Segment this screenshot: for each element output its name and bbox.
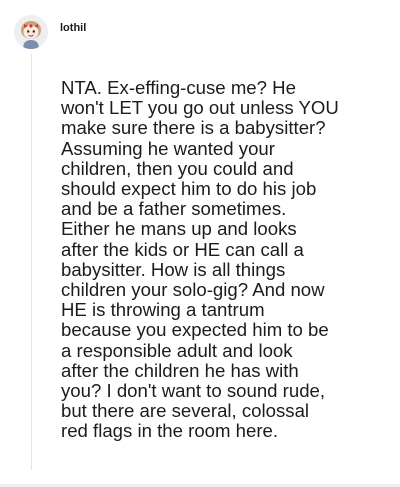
comment-card: lothil NTA. Ex-effing-cuse me? He won't … xyxy=(0,0,400,487)
username[interactable]: lothil xyxy=(60,22,86,34)
comment-header: lothil xyxy=(14,12,86,52)
snoo-avatar-icon xyxy=(14,15,48,49)
comment-body-text: NTA. Ex-effing-cuse me? He won't LET you… xyxy=(61,77,339,442)
user-avatar[interactable] xyxy=(14,15,48,49)
thread-collapse-line[interactable] xyxy=(31,54,32,470)
